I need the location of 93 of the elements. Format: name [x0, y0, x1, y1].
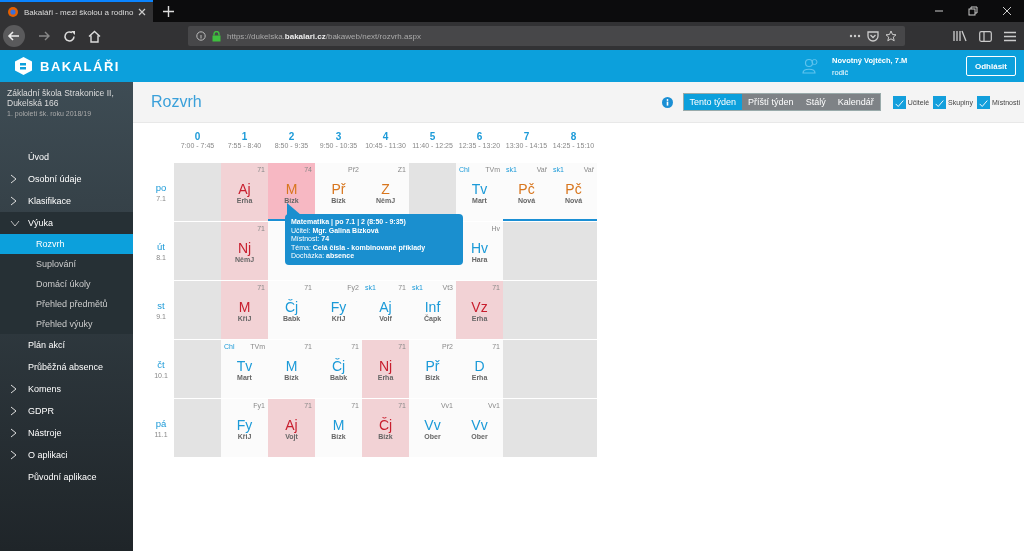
- subject-label: Fy: [330, 299, 347, 315]
- chevron-right-icon: [10, 450, 17, 460]
- menu-icon[interactable]: [1004, 30, 1016, 42]
- subject-label: M: [285, 358, 298, 374]
- period-number: 4: [382, 131, 389, 142]
- menu-item[interactable]: GDPR: [0, 400, 133, 422]
- submenu-item[interactable]: Suplování: [0, 254, 133, 274]
- menu-item[interactable]: O aplikaci: [0, 444, 133, 466]
- subject-label: M: [285, 181, 298, 197]
- menu-item[interactable]: Průběžná absence: [0, 356, 133, 378]
- period-number: 5: [429, 131, 436, 142]
- subject-label: M: [238, 299, 251, 315]
- subject-label: Fy: [236, 417, 253, 433]
- menu-item[interactable]: Komens: [0, 378, 133, 400]
- new-tab-icon[interactable]: [163, 5, 175, 17]
- menu-item[interactable]: Klasifikace: [0, 190, 133, 212]
- more-icon[interactable]: [849, 34, 861, 38]
- tab-title: Bakaláři - mezi školou a rodino: [24, 7, 134, 17]
- url-text: https://dukelska.bakalari.cz/bakaweb/next/rozvrh.aspx: [227, 31, 421, 41]
- subject-label: Tv: [471, 181, 488, 197]
- logo-icon: [14, 56, 33, 76]
- home-icon[interactable]: [88, 29, 101, 43]
- subject-label: Aj: [379, 299, 392, 315]
- subject-label: Čj: [378, 417, 393, 433]
- subject-label: Vv: [424, 417, 441, 433]
- menu-item[interactable]: Úvod: [0, 146, 133, 168]
- checkbox[interactable]: [977, 95, 990, 109]
- subject-label: M: [332, 417, 345, 433]
- library-icon[interactable]: [953, 30, 967, 42]
- period-number: 2: [288, 131, 295, 142]
- menu-item[interactable]: Původní aplikace: [0, 466, 133, 488]
- checkbox[interactable]: [892, 95, 906, 109]
- chevron-right-icon: [10, 174, 17, 184]
- page-title: Rozvrh: [151, 93, 202, 111]
- subject-label: Tv: [236, 358, 253, 374]
- school-name: Základní škola Strakonice II, Dukelská 166: [7, 88, 115, 108]
- menu-item[interactable]: Nástroje: [0, 422, 133, 444]
- address-bar[interactable]: https://dukelska.bakalari.cz/bakaweb/next/rozvrh.aspx: [188, 26, 905, 46]
- reload-icon[interactable]: [63, 29, 76, 43]
- period-number: 8: [570, 131, 577, 142]
- day-name: po: [155, 182, 167, 193]
- star-icon[interactable]: [885, 30, 897, 42]
- day-name: út: [157, 241, 165, 252]
- period-number: 3: [335, 131, 342, 142]
- chevron-right-icon: [10, 428, 17, 438]
- checkbox[interactable]: [933, 95, 947, 109]
- chevron-right-icon: [10, 384, 17, 394]
- chevron-down-icon: [10, 219, 20, 227]
- subject-label: Z: [381, 181, 390, 197]
- submenu-item[interactable]: Přehled předmětů: [0, 294, 133, 314]
- subject-label: Čj: [331, 358, 346, 374]
- day-name: pá: [155, 418, 167, 429]
- subject-label: Hv: [470, 240, 489, 256]
- subject-label: D: [474, 358, 485, 374]
- back-icon[interactable]: [3, 25, 25, 47]
- subject-label: Aj: [238, 181, 251, 197]
- menu-item[interactable]: Výuka: [0, 212, 133, 234]
- subject-label: Nj: [378, 358, 393, 374]
- period-number: 7: [523, 131, 530, 142]
- close-icon[interactable]: [1002, 6, 1012, 16]
- menu-item[interactable]: Plán akcí: [0, 334, 133, 356]
- lock-icon: [212, 30, 221, 42]
- period-number: 6: [476, 131, 483, 142]
- chevron-right-icon: [10, 196, 17, 206]
- subject-label: Př: [425, 358, 440, 374]
- close-icon[interactable]: [138, 8, 147, 16]
- subject-label: Inf: [424, 299, 441, 315]
- day-name: čt: [157, 359, 165, 370]
- submenu-item[interactable]: Domácí úkoly: [0, 274, 133, 294]
- pocket-icon[interactable]: [867, 30, 879, 42]
- subject-label: Nj: [237, 240, 252, 256]
- restore-icon[interactable]: [968, 6, 978, 16]
- forward-icon[interactable]: [37, 29, 51, 43]
- browser-logo-icon: [7, 6, 19, 18]
- chevron-right-icon: [10, 406, 17, 416]
- subject-label: Aj: [285, 417, 298, 433]
- subject-label: Př: [331, 181, 346, 197]
- subject-label: Vz: [471, 299, 488, 315]
- sidebar-icon[interactable]: [979, 30, 992, 42]
- day-name: st: [157, 300, 165, 311]
- logo-text: BAKALÁŘI: [40, 58, 120, 74]
- browser-tab[interactable]: Bakaláři - mezi školou a rodino: [0, 0, 154, 22]
- submenu-item[interactable]: Přehled výuky: [0, 314, 133, 334]
- subject-label: Pč: [518, 181, 535, 197]
- subject-label: Čj: [284, 299, 299, 315]
- menu-item[interactable]: Osobní údaje: [0, 168, 133, 190]
- period-number: 1: [241, 131, 248, 142]
- user-icon: [802, 57, 820, 75]
- subject-label: Vv: [471, 417, 488, 433]
- info-icon[interactable]: [661, 96, 673, 108]
- info-icon[interactable]: [196, 31, 206, 41]
- subject-label: Pč: [565, 181, 582, 197]
- period-number: 0: [194, 131, 201, 142]
